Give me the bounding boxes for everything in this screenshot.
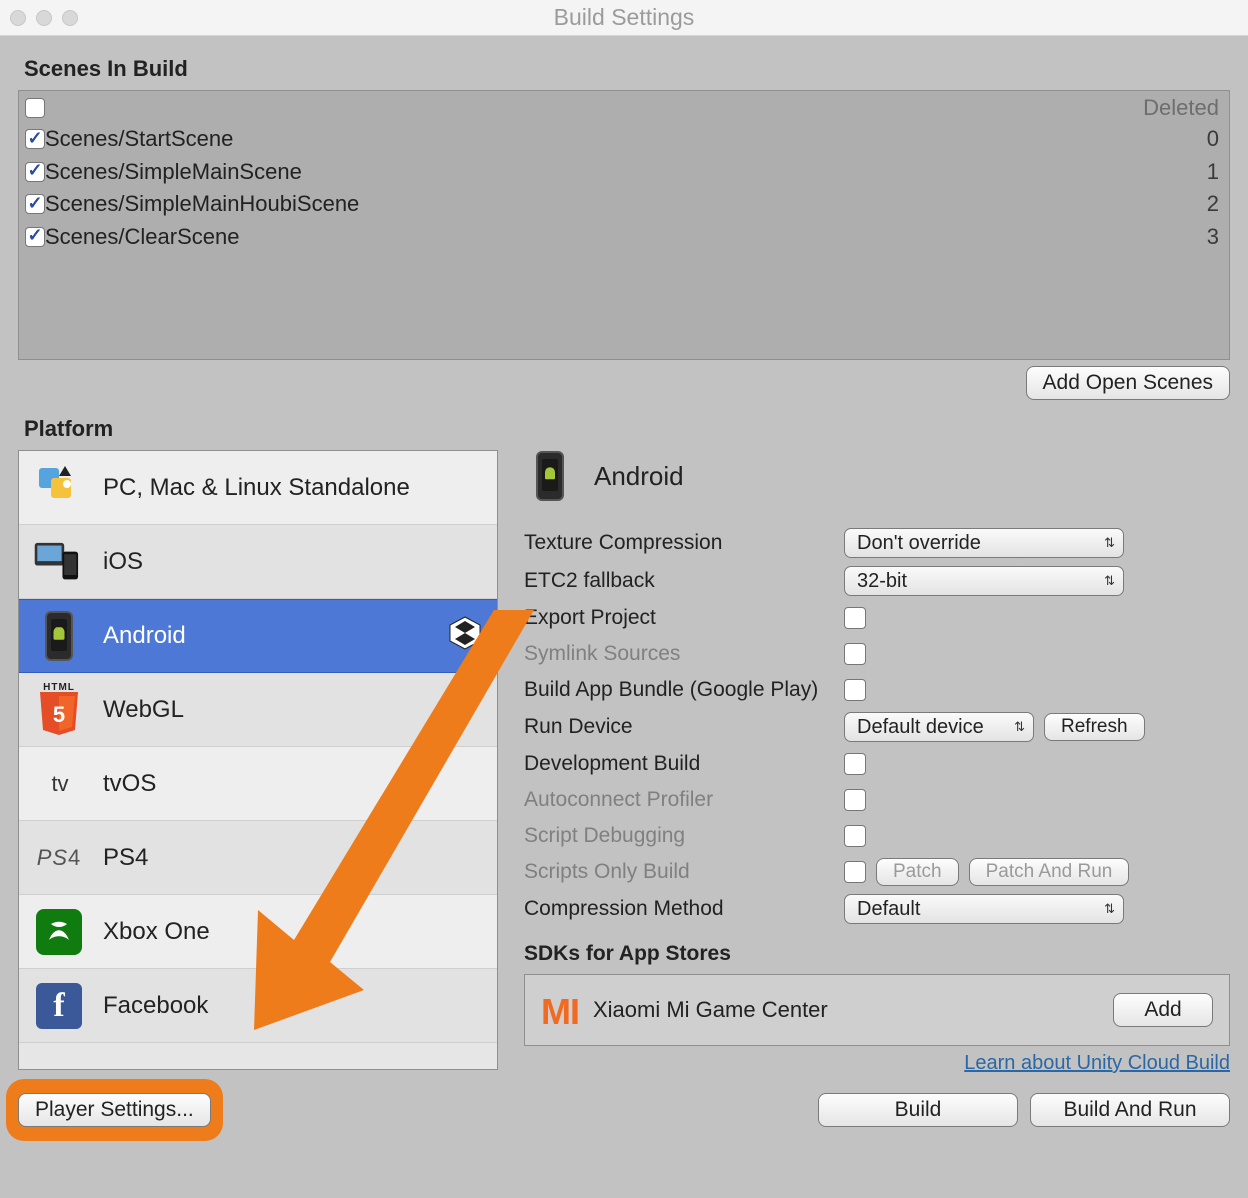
texture-compression-label: Texture Compression bbox=[524, 531, 844, 555]
scene-index: 2 bbox=[1207, 190, 1219, 219]
platform-label-text: Android bbox=[103, 622, 186, 650]
script-debugging-label: Script Debugging bbox=[524, 824, 844, 848]
scene-name: Scenes/SimpleMainHoubiScene bbox=[45, 190, 359, 219]
sdk-store-name: Xiaomi Mi Game Center bbox=[593, 997, 828, 1023]
build-and-run-button[interactable]: Build And Run bbox=[1030, 1093, 1230, 1127]
platform-ps4[interactable]: PS4 PS4 bbox=[19, 821, 497, 895]
export-project-checkbox[interactable] bbox=[844, 607, 866, 629]
script-debugging-checkbox bbox=[844, 825, 866, 847]
android-icon bbox=[33, 610, 85, 662]
pc-mac-linux-icon bbox=[33, 462, 85, 514]
platform-tvos[interactable]: tv tvOS bbox=[19, 747, 497, 821]
deleted-column-header: Deleted bbox=[1143, 95, 1219, 121]
scene-row[interactable]: Scenes/SimpleMainHoubiScene 2 bbox=[19, 188, 1229, 221]
xbox-icon bbox=[33, 906, 85, 958]
scripts-only-build-checkbox bbox=[844, 861, 866, 883]
android-header-icon bbox=[524, 450, 576, 502]
master-scene-checkbox[interactable] bbox=[25, 98, 45, 118]
platform-label-text: iOS bbox=[103, 548, 143, 576]
symlink-sources-checkbox bbox=[844, 643, 866, 665]
development-build-checkbox[interactable] bbox=[844, 753, 866, 775]
compression-method-select[interactable]: Default bbox=[844, 894, 1124, 924]
ps4-icon: PS4 bbox=[33, 832, 85, 884]
etc2-fallback-label: ETC2 fallback bbox=[524, 569, 844, 593]
platform-ios[interactable]: iOS bbox=[19, 525, 497, 599]
platform-webgl[interactable]: HTML 5 WebGL bbox=[19, 673, 497, 747]
symlink-sources-label: Symlink Sources bbox=[524, 642, 844, 666]
sdks-heading: SDKs for App Stores bbox=[524, 942, 1230, 966]
run-device-select[interactable]: Default device bbox=[844, 712, 1034, 742]
sdk-add-button[interactable]: Add bbox=[1113, 993, 1213, 1027]
sdk-store-row: MI Xiaomi Mi Game Center Add bbox=[524, 974, 1230, 1046]
svg-text:5: 5 bbox=[53, 702, 65, 727]
build-app-bundle-checkbox[interactable] bbox=[844, 679, 866, 701]
window-title: Build Settings bbox=[0, 4, 1248, 31]
run-device-label: Run Device bbox=[524, 715, 844, 739]
scene-name: Scenes/SimpleMainScene bbox=[45, 158, 302, 187]
build-button[interactable]: Build bbox=[818, 1093, 1018, 1127]
add-open-scenes-button[interactable]: Add Open Scenes bbox=[1026, 366, 1230, 400]
scene-name: Scenes/ClearScene bbox=[45, 223, 239, 252]
scenes-list: Deleted Scenes/StartScene 0 Scenes/Simpl… bbox=[18, 90, 1230, 360]
scenes-in-build-label: Scenes In Build bbox=[24, 56, 1230, 82]
titlebar: Build Settings bbox=[0, 0, 1248, 36]
build-app-bundle-label: Build App Bundle (Google Play) bbox=[524, 678, 844, 702]
export-project-label: Export Project bbox=[524, 606, 844, 630]
scene-checkbox[interactable] bbox=[25, 162, 45, 182]
platform-xbox-one[interactable]: Xbox One bbox=[19, 895, 497, 969]
texture-compression-select[interactable]: Don't override bbox=[844, 528, 1124, 558]
scene-checkbox[interactable] bbox=[25, 129, 45, 149]
platform-android[interactable]: Android bbox=[19, 599, 497, 673]
unity-cloud-build-link[interactable]: Learn about Unity Cloud Build bbox=[524, 1052, 1230, 1075]
scene-row[interactable]: Scenes/ClearScene 3 bbox=[19, 221, 1229, 254]
tvos-icon: tv bbox=[33, 758, 85, 810]
selected-platform-title: Android bbox=[594, 461, 684, 492]
platform-label-text: PC, Mac & Linux Standalone bbox=[103, 474, 410, 502]
etc2-fallback-select[interactable]: 32-bit bbox=[844, 566, 1124, 596]
scene-index: 3 bbox=[1207, 223, 1219, 252]
facebook-icon: f bbox=[33, 980, 85, 1032]
ios-icon bbox=[33, 536, 85, 588]
development-build-label: Development Build bbox=[524, 752, 844, 776]
platform-label: Platform bbox=[24, 416, 1230, 442]
platform-label-text: Xbox One bbox=[103, 918, 210, 946]
platform-label-text: PS4 bbox=[103, 844, 148, 872]
platform-pc-mac-linux[interactable]: PC, Mac & Linux Standalone bbox=[19, 451, 497, 525]
patch-and-run-button: Patch And Run bbox=[969, 858, 1130, 886]
platform-facebook[interactable]: f Facebook bbox=[19, 969, 497, 1043]
platform-label-text: Facebook bbox=[103, 992, 208, 1020]
scene-index: 0 bbox=[1207, 125, 1219, 154]
platform-label-text: WebGL bbox=[103, 696, 184, 724]
platform-list: PC, Mac & Linux Standalone iOS bbox=[18, 450, 498, 1070]
compression-method-label: Compression Method bbox=[524, 897, 844, 921]
platform-label-text: tvOS bbox=[103, 770, 156, 798]
scene-row[interactable]: Scenes/SimpleMainScene 1 bbox=[19, 156, 1229, 189]
xiaomi-icon: MI bbox=[541, 991, 579, 1033]
scene-checkbox[interactable] bbox=[25, 227, 45, 247]
autoconnect-profiler-checkbox bbox=[844, 789, 866, 811]
scene-name: Scenes/StartScene bbox=[45, 125, 233, 154]
scripts-only-build-label: Scripts Only Build bbox=[524, 860, 844, 884]
scene-row[interactable]: Scenes/StartScene 0 bbox=[19, 123, 1229, 156]
refresh-devices-button[interactable]: Refresh bbox=[1044, 713, 1145, 741]
webgl-icon: HTML 5 bbox=[33, 684, 85, 736]
autoconnect-profiler-label: Autoconnect Profiler bbox=[524, 788, 844, 812]
player-settings-button[interactable]: Player Settings... bbox=[18, 1093, 211, 1127]
unity-selected-badge-icon bbox=[447, 615, 483, 657]
platform-settings-panel: Android Texture Compression Don't overri… bbox=[524, 450, 1230, 1075]
patch-button: Patch bbox=[876, 858, 959, 886]
scene-index: 1 bbox=[1207, 158, 1219, 187]
scene-checkbox[interactable] bbox=[25, 194, 45, 214]
